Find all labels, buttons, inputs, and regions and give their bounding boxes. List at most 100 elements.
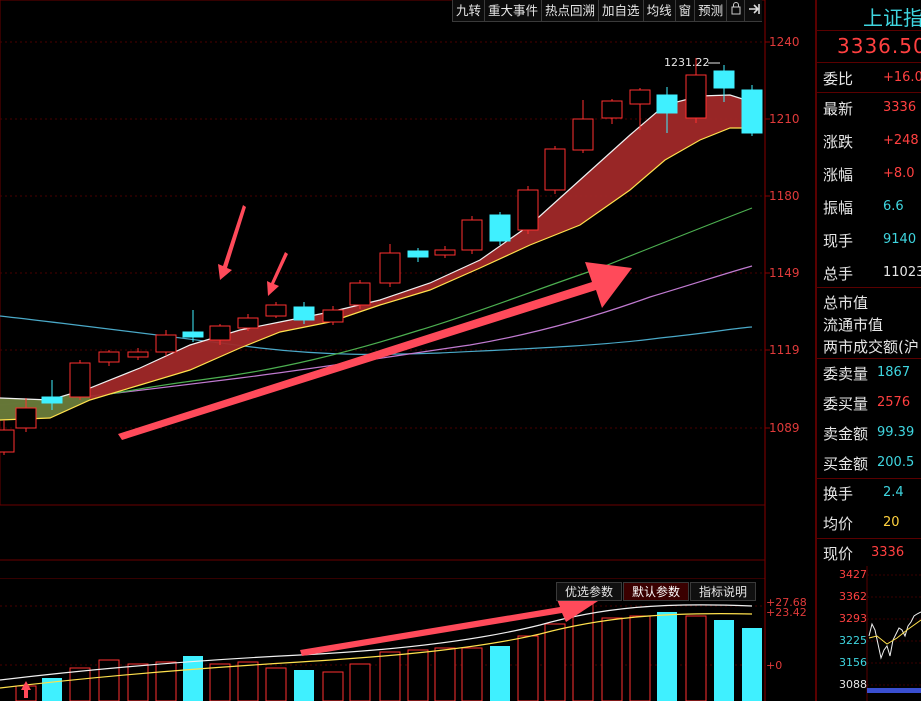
indicator-tabs: 优选参数 默认参数 指标说明 xyxy=(556,582,757,601)
indicator-bar xyxy=(461,647,483,701)
y-tick-1089: 1089 xyxy=(769,421,800,435)
main-candlestick-chart[interactable]: 1231.22 xyxy=(0,0,815,578)
row-label: 涨幅 xyxy=(823,166,854,184)
index-title[interactable]: 上证指数 xyxy=(863,2,921,31)
indicator-bar xyxy=(742,628,762,701)
indicator-bar xyxy=(601,617,623,701)
row-label: 换手 xyxy=(823,485,854,503)
index-price: 3336.50 xyxy=(837,34,921,58)
arrow-down-2 xyxy=(267,252,288,296)
y-tick-1180: 1180 xyxy=(769,189,800,203)
indicator-value-zero: +0 xyxy=(766,659,783,672)
row-value: 1867 xyxy=(877,365,911,380)
mini-volume-bar xyxy=(867,688,921,693)
candle-body xyxy=(656,94,678,114)
tab-optimized-params[interactable]: 优选参数 xyxy=(556,582,623,601)
indicator-bar xyxy=(629,615,651,701)
row-latest: 最新 3336 xyxy=(823,98,921,124)
row-buy-amount: 买金额 200.5 xyxy=(823,453,921,479)
indicator-bar xyxy=(517,635,539,701)
tab-default-params[interactable]: 默认参数 xyxy=(623,582,690,601)
indicator-bar xyxy=(294,670,314,701)
major-events-button[interactable]: 重大事件 xyxy=(484,0,542,22)
indicator-bar xyxy=(69,667,91,701)
hotspot-review-button[interactable]: 热点回溯 xyxy=(541,0,599,22)
tab-indicator-help[interactable]: 指标说明 xyxy=(690,582,757,601)
indicator-bar xyxy=(349,663,371,701)
mini-tick-3: 3293 xyxy=(839,612,867,625)
mini-tick-1: 3427 xyxy=(839,568,867,581)
ma-band xyxy=(0,95,752,420)
candle-body xyxy=(601,100,623,119)
candle-body xyxy=(713,70,735,89)
candle-body xyxy=(517,189,539,231)
candle-body xyxy=(155,334,177,353)
candle-body xyxy=(15,407,37,429)
row-value: 110234 xyxy=(883,265,921,280)
indicator-bar xyxy=(490,646,510,701)
candle-body xyxy=(572,118,594,151)
row-amplitude: 振幅 6.6 xyxy=(823,197,921,223)
indicator-bar xyxy=(407,649,429,701)
mini-intraday-chart[interactable] xyxy=(817,566,921,701)
row-label: 买金额 xyxy=(823,455,869,473)
candle-body xyxy=(685,74,707,119)
candle-body xyxy=(379,252,401,284)
sep-1 xyxy=(817,30,921,31)
candle-body xyxy=(127,351,149,358)
candle-body xyxy=(41,396,63,404)
row-label: 卖金额 xyxy=(823,425,869,443)
candle-body xyxy=(0,429,15,453)
indicator-bar xyxy=(434,647,456,701)
candle-body xyxy=(544,148,566,191)
candle-body xyxy=(237,317,259,329)
indicator-bar xyxy=(322,671,344,701)
candle-body xyxy=(489,214,511,242)
forecast-button[interactable]: 预测 xyxy=(694,0,727,22)
indicator-bar xyxy=(265,667,287,701)
total-market-cap-label: 总市值 xyxy=(823,294,869,312)
row-value: +8.0 xyxy=(883,166,915,181)
sep-2 xyxy=(817,62,921,63)
y-tick-1210: 1210 xyxy=(769,112,800,126)
row-label: 现手 xyxy=(823,232,854,250)
candle-body xyxy=(434,249,456,256)
row-value: 20 xyxy=(883,515,900,530)
row-turnover-rate: 换手 2.4 xyxy=(823,483,921,509)
turnover-label: 两市成交额(沪 xyxy=(823,338,919,356)
lock-icon[interactable] xyxy=(726,0,745,22)
candle-body xyxy=(182,331,204,338)
moving-average-button[interactable]: 均线 xyxy=(642,0,675,22)
mini-tick-4: 3225 xyxy=(839,634,867,647)
row-label: 委卖量 xyxy=(823,365,869,383)
row-label: 总手 xyxy=(823,265,854,283)
indicator-bar xyxy=(98,659,120,701)
row-label: 涨跌 xyxy=(823,133,854,151)
row-avg-price: 均价 20 xyxy=(823,513,921,539)
candle-body xyxy=(69,362,91,398)
row-current-hand: 现手 9140 xyxy=(823,230,921,256)
window-button[interactable]: 窗 xyxy=(674,0,695,22)
indicator-bar xyxy=(237,661,259,701)
candle-body xyxy=(461,219,483,251)
row-label: 委比 xyxy=(823,70,854,88)
indicator-bar xyxy=(155,661,177,701)
candle-body xyxy=(265,304,287,317)
candle-body xyxy=(349,282,371,306)
add-watchlist-button[interactable]: 加自选 xyxy=(598,0,643,22)
jiuzhuan-button[interactable]: 九转 xyxy=(452,0,485,22)
indicator-bar xyxy=(544,623,566,701)
candle-body xyxy=(209,325,231,341)
ma-teal-line xyxy=(0,315,753,355)
candle-body xyxy=(98,351,120,363)
quote-panel: 上证指数 3336.50 委比 +16.0 最新 3336 涨跌 +248 涨幅 +8.… xyxy=(815,0,921,701)
row-change: 涨跌 +248 xyxy=(823,131,921,157)
expand-icon[interactable] xyxy=(744,0,763,22)
row-value: 200.5 xyxy=(877,455,915,470)
row-label: 振幅 xyxy=(823,199,854,217)
mini-chart-value: 3336 xyxy=(871,545,905,560)
candle-body xyxy=(741,89,763,134)
row-value: 2.4 xyxy=(883,485,904,500)
indicator-bar xyxy=(127,663,149,701)
row-label: 委买量 xyxy=(823,395,869,413)
